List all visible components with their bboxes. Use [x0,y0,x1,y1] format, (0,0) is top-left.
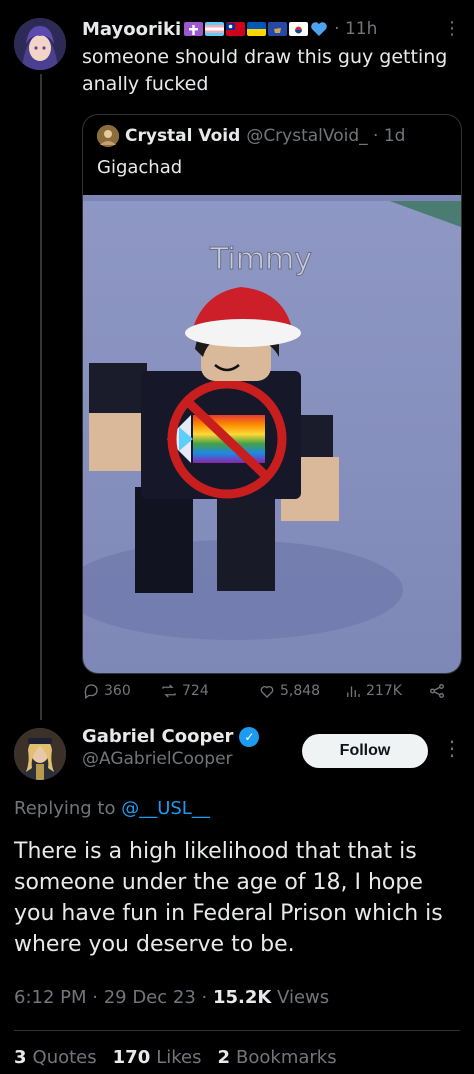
author-name[interactable]: Gabriel Cooper [82,726,233,747]
bookmarks-count: 2 [217,1047,231,1068]
avatar-gabriel-cooper[interactable] [14,728,66,780]
reply-icon [84,684,98,700]
engagement-summary: 3 Quotes 170 Likes 2 Bookmarks [14,1047,337,1068]
tweet-header: Mayooriki · 11h ⋮ [82,14,462,44]
blue-heart-icon [310,21,328,37]
reply-count: 360 [104,683,131,699]
taiwan-flag-icon [226,22,246,36]
quote-author-avatar [97,125,119,147]
tweet-text: someone should draw this guy getting ana… [82,46,448,95]
tweet-time-date[interactable]: 6:12 PM · 29 Dec 23 · [14,987,213,1008]
author-name-row: Gabriel Cooper ✓ [82,726,260,747]
more-options-icon[interactable]: ⋮ [442,736,462,760]
follow-button[interactable]: Follow [302,734,428,768]
views-button[interactable]: 217K [344,682,402,700]
quotes-count: 3 [14,1047,27,1068]
author-name[interactable]: Mayooriki [82,19,181,40]
like-count: 5,848 [280,683,321,699]
replying-prefix: Replying to [14,798,122,819]
avatar-image [14,18,66,70]
replying-to-line: Replying to @__USL__ [14,798,210,819]
bookmarks-link[interactable]: 2 Bookmarks [217,1047,336,1068]
views-count-bold: 15.2K [212,987,272,1008]
repost-button[interactable]: 724 [160,682,209,700]
views-count: 217K [366,683,402,699]
divider [14,1030,460,1031]
quote-author-name[interactable]: Crystal Void [125,126,240,146]
quote-header: Crystal Void @CrystalVoid_ · 1d [97,125,405,147]
quoted-tweet-card[interactable]: Crystal Void @CrystalVoid_ · 1d Gigachad [82,114,462,674]
quote-text: Gigachad [97,157,183,178]
quote-media-image[interactable]: Timmy [83,195,461,673]
focused-tweet-text: There is a high likelihood that that is … [14,839,443,957]
verified-badge-icon[interactable]: ✓ [239,726,260,747]
tweet-meta-line: 6:12 PM · 29 Dec 23 · 15.2K Views [14,987,329,1008]
views-bar-chart-icon [347,686,360,697]
trans-flag-icon [205,22,225,36]
thread-connector-line [40,74,42,720]
quotes-link[interactable]: 3 Quotes [14,1047,97,1068]
quotes-label: Quotes [32,1047,97,1068]
tweet-stats-bar: 360 724 5,848 217K [82,676,462,706]
repost-icon [162,684,176,698]
repost-count: 724 [182,683,209,699]
reply-button[interactable]: 360 [82,682,131,700]
bookmarks-label: Bookmarks [236,1047,337,1068]
author-handle[interactable]: @AGabrielCooper [82,749,259,769]
share-button[interactable] [428,682,446,700]
kosovo-flag-icon [268,22,288,36]
ukraine-flag-icon [247,22,267,36]
image-caption-text: Timmy [209,242,312,277]
views-label: Views [271,987,330,1008]
focused-tweet-header: Gabriel Cooper ✓ @AGabrielCooper [82,726,260,769]
tweet-timestamp[interactable]: · 11h [334,19,377,39]
quote-author-handle[interactable]: @CrystalVoid_ · 1d [246,126,405,146]
korea-flag-icon [289,22,309,36]
avatar-mayooriki[interactable] [14,18,66,70]
flag-emojis [184,21,328,37]
likes-link[interactable]: 170 Likes [113,1047,202,1068]
share-icon [430,684,444,698]
avatar-image [14,728,66,780]
replying-mention-link[interactable]: @__USL__ [121,798,210,819]
cross-emoji-icon [184,22,204,36]
like-button[interactable]: 5,848 [258,682,320,700]
likes-label: Likes [156,1047,202,1068]
heart-icon [260,686,274,698]
likes-count: 170 [112,1047,151,1068]
more-options-icon[interactable]: ⋮ [443,18,462,39]
